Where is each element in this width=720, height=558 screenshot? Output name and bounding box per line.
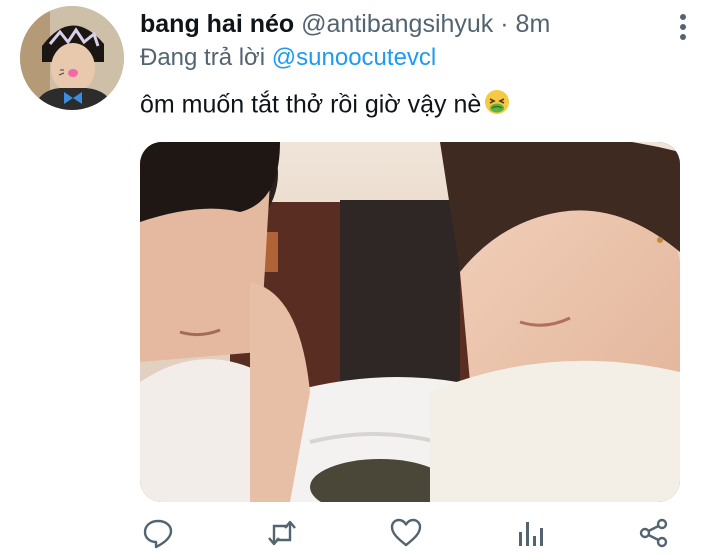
user-handle[interactable]: @antibangsihyuk [301,10,493,38]
share-button[interactable] [637,516,671,550]
avatar[interactable] [20,6,124,110]
reply-icon [143,519,173,549]
tweet-body: ôm muốn tắt thở rồi giờ vậy nè [140,90,482,119]
display-name[interactable]: bang hai néo [140,10,294,38]
timestamp[interactable]: 8m [516,10,551,38]
reply-button[interactable] [141,516,175,550]
tweet-text: ôm muốn tắt thở rồi giờ vậy nè [140,88,511,124]
share-icon [639,518,668,548]
nauseated-face-emoji [483,88,511,124]
replying-to: Đang trả lời @sunoocutevcl [140,43,436,73]
analytics-button[interactable] [513,516,547,550]
video-still-image [140,142,680,502]
tweet-actions [140,512,700,558]
retweet-button[interactable] [265,516,299,550]
retweet-icon [268,520,296,546]
tweet-media-image[interactable] [140,142,680,502]
more-options-button[interactable] [676,12,690,42]
avatar-image [20,6,124,110]
reply-to-handle[interactable]: @sunoocutevcl [272,44,436,71]
separator: · [500,10,509,38]
tweet-header: bang hai néo @antibangsihyuk · 8m [140,9,660,39]
vertical-ellipsis-icon [680,14,686,40]
like-button[interactable] [389,516,423,550]
like-icon [390,518,422,547]
analytics-icon [519,522,543,546]
reply-prefix: Đang trả lời [140,44,266,71]
